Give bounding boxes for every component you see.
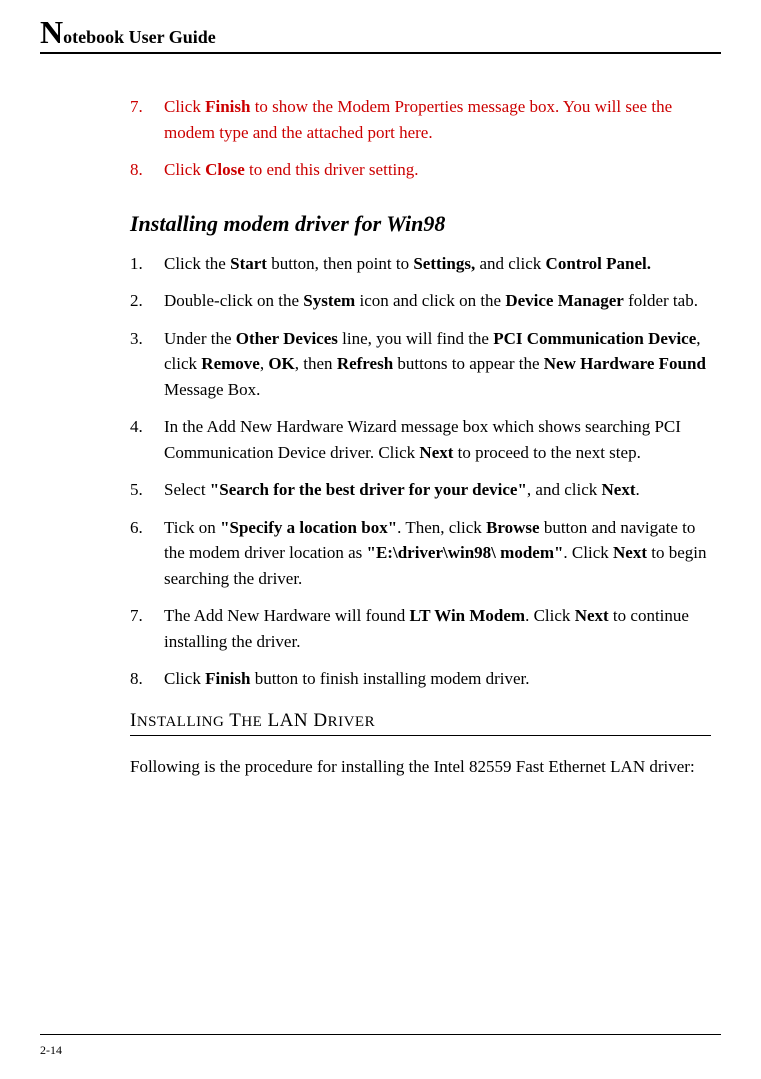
list-text: In the Add New Hardware Wizard message b… [164,414,711,465]
list-text: Double-click on the System icon and clic… [164,288,711,314]
list-number: 1. [130,251,164,277]
list-text: Click Finish button to finish installing… [164,666,711,692]
list-text: Select "Search for the best driver for y… [164,477,711,503]
page-header: Notebook User Guide [40,20,721,54]
list-item: 3. Under the Other Devices line, you wil… [130,326,711,403]
list-text: Click the Start button, then point to Se… [164,251,711,277]
section-heading-lan: INSTALLING THE LAN DRIVER [130,710,711,736]
list-item: 2. Double-click on the System icon and c… [130,288,711,314]
header-dropcap: N [40,14,63,50]
content-body: 7. Click Finish to show the Modem Proper… [40,94,721,779]
list-text: Click Finish to show the Modem Propertie… [164,94,711,145]
list-text: Click Close to end this driver setting. [164,157,711,183]
header-title: Notebook User Guide [40,27,216,47]
list-text: Under the Other Devices line, you will f… [164,326,711,403]
list-number: 8. [130,157,164,183]
header-title-rest: otebook User Guide [63,27,216,47]
subheading-win98: Installing modem driver for Win98 [130,211,711,237]
list-number: 5. [130,477,164,503]
list-item: 5. Select "Search for the best driver fo… [130,477,711,503]
list-number: 3. [130,326,164,403]
list-text: The Add New Hardware will found LT Win M… [164,603,711,654]
list-number: 4. [130,414,164,465]
page-number: 2-14 [40,1043,62,1057]
list-item: 7. Click Finish to show the Modem Proper… [130,94,711,145]
list-item: 4. In the Add New Hardware Wizard messag… [130,414,711,465]
page-footer: 2-14 [40,1034,721,1059]
list-item: 8. Click Close to end this driver settin… [130,157,711,183]
list-item: 8. Click Finish button to finish install… [130,666,711,692]
list-number: 7. [130,94,164,145]
lan-intro-paragraph: Following is the procedure for installin… [130,754,711,780]
list-number: 7. [130,603,164,654]
list-item: 7. The Add New Hardware will found LT Wi… [130,603,711,654]
list-number: 2. [130,288,164,314]
list-number: 6. [130,515,164,592]
list-item: 1. Click the Start button, then point to… [130,251,711,277]
list-number: 8. [130,666,164,692]
list-text: Tick on "Specify a location box". Then, … [164,515,711,592]
list-item: 6. Tick on "Specify a location box". The… [130,515,711,592]
